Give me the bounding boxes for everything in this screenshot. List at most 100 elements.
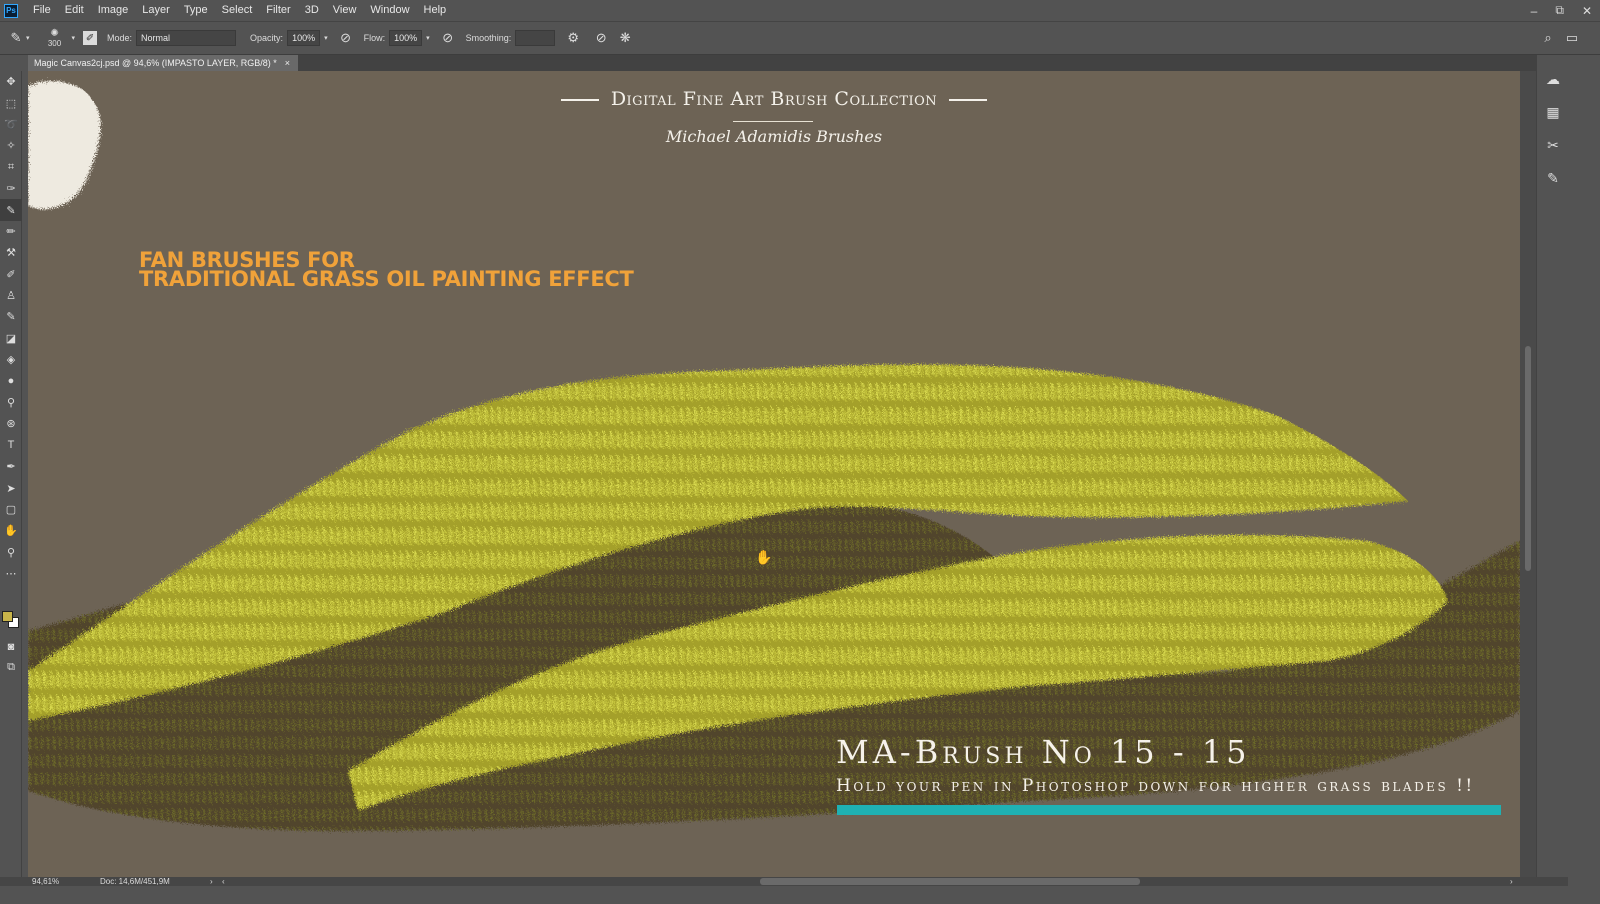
scroll-left-icon[interactable]: ‹ (222, 877, 225, 886)
rectangle-icon[interactable]: ▢ (0, 499, 22, 520)
blur-icon[interactable]: ● (0, 370, 22, 391)
pressure-size-icon[interactable]: ⊘ (591, 28, 611, 48)
chevron-down-icon[interactable]: ▾ (324, 34, 328, 42)
vertical-scroll-thumb[interactable] (1525, 346, 1531, 571)
menu-image[interactable]: Image (91, 0, 136, 21)
vertical-scrollbar[interactable] (1520, 71, 1536, 877)
menu-window[interactable]: Window (363, 0, 416, 21)
hand-icon[interactable]: ✋ (0, 520, 22, 541)
close-button[interactable]: ✕ (1582, 4, 1592, 18)
brush-name: MA-Brush No 15 - 15 (836, 733, 1251, 771)
gear-icon[interactable]: ⚙ (563, 28, 583, 48)
header-title: Digital Fine Art Brush Collection (28, 88, 1520, 110)
brush-panel-toggle-icon[interactable]: ✐ (83, 31, 98, 45)
more-tools-icon[interactable]: ⋯ (0, 563, 22, 584)
title-rule-left (560, 99, 599, 101)
minimize-button[interactable]: – (1531, 4, 1538, 18)
smoothing-control: Smoothing: (466, 30, 556, 46)
menu-view[interactable]: View (326, 0, 364, 21)
chevron-down-icon[interactable]: ▾ (26, 34, 30, 42)
document-tab-title: Magic Canvas2cj.psd @ 94,6% (IMPASTO LAY… (34, 58, 277, 68)
menu-file[interactable]: File (26, 0, 58, 21)
zoom-level[interactable]: 94,61% (32, 877, 92, 886)
smoothing-input[interactable] (515, 30, 556, 46)
title-rule-right (949, 99, 988, 101)
menu-select[interactable]: Select (215, 0, 260, 21)
menu-3d[interactable]: 3D (298, 0, 326, 21)
airbrush-icon[interactable]: ⊘ (438, 28, 458, 48)
header-title-text: Digital Fine Art Brush Collection (610, 88, 938, 110)
sponge-icon[interactable]: ⊛ (0, 413, 22, 434)
bottom-frame (0, 886, 1600, 904)
menu-layer[interactable]: Layer (135, 0, 177, 21)
chevron-down-icon[interactable]: ▾ (72, 34, 76, 42)
smoothing-label: Smoothing: (465, 33, 512, 43)
dodge-icon[interactable]: ⚲ (0, 392, 22, 413)
scroll-right-icon[interactable]: › (1510, 877, 1513, 886)
pressure-opacity-icon[interactable]: ⊘ (336, 28, 356, 48)
quick-mask-icon[interactable]: ◙ (0, 636, 22, 657)
menu-help[interactable]: Help (417, 0, 454, 21)
brush-size-value: 300 (47, 39, 62, 48)
symmetry-icon[interactable]: ❋ (615, 28, 635, 48)
close-icon[interactable]: × (285, 55, 290, 71)
menu-bar: Ps File Edit Image Layer Type Select Fil… (0, 0, 1600, 21)
crop-icon[interactable]: ⌗ (0, 157, 22, 178)
magic-wand-icon[interactable]: ✧ (0, 135, 22, 156)
document-tab[interactable]: Magic Canvas2cj.psd @ 94,6% (IMPASTO LAY… (28, 55, 298, 71)
menu-filter[interactable]: Filter (259, 0, 297, 21)
window-controls: – ⧉ ✕ (1531, 0, 1592, 21)
opacity-label: Opacity: (250, 33, 284, 43)
eraser-icon[interactable]: ◪ (0, 328, 22, 349)
pen-icon[interactable]: ✒ (0, 456, 22, 477)
opacity-input[interactable]: 100% (287, 30, 321, 46)
accent-bar (837, 805, 1501, 815)
headline-line-2: TRADITIONAL GRASS OIL PAINTING EFFECT (139, 267, 634, 291)
chevron-right-icon[interactable]: › (210, 877, 213, 886)
art-history-icon[interactable]: ✎ (0, 306, 22, 327)
subtitle-divider (733, 121, 813, 122)
foreground-color-swatch[interactable] (2, 611, 13, 622)
screen-mode-icon[interactable]: ⧉ (0, 657, 22, 678)
opacity-control: Opacity: 100% ▾ (250, 30, 328, 46)
zoom-icon[interactable]: ⚲ (0, 542, 22, 563)
type-icon[interactable]: T (0, 435, 22, 456)
horizontal-scroll-thumb[interactable] (760, 878, 1140, 885)
path-selection-icon[interactable]: ➤ (0, 477, 22, 498)
healing-brush-icon[interactable]: ✎ (0, 199, 22, 221)
search-icon[interactable]: ⌕ (1538, 28, 1558, 48)
document-canvas[interactable]: Digital Fine Art Brush Collection Michae… (28, 71, 1520, 877)
tools-panel: ✥ ⬚ ➰ ✧ ⌗ ✑ ✎ ✏ ⚒ ✐ ♙ ✎ ◪ ◈ ● ⚲ ⊛ T ✒ ➤ … (0, 71, 22, 877)
marquee-icon[interactable]: ⬚ (0, 92, 22, 113)
menu-type[interactable]: Type (177, 0, 215, 21)
workspace-icon[interactable]: ▭ (1562, 28, 1582, 48)
tools-icon[interactable]: ✂ (1537, 129, 1569, 162)
history-brush-icon[interactable]: ✐ (0, 264, 22, 285)
document-tab-bar: Magic Canvas2cj.psd @ 94,6% (IMPASTO LAY… (28, 55, 1568, 71)
restore-button[interactable]: ⧉ (1555, 3, 1564, 18)
brush-settings-icon[interactable]: ✎ (1537, 162, 1569, 195)
right-edge-strip (1568, 55, 1600, 886)
status-bar: 94,61% Doc: 14,6M/451,9M › ‹ › (0, 877, 1568, 886)
eyedropper-icon[interactable]: ✑ (0, 178, 22, 199)
mode-control: Mode: Normal (107, 30, 237, 46)
paint-bucket-icon[interactable]: ◈ (0, 349, 22, 370)
cloud-icon[interactable]: ☁ (1537, 63, 1569, 96)
brush-preset-picker[interactable]: ✺ 300 (38, 24, 72, 52)
pencil-icon[interactable]: ✏ (0, 221, 22, 242)
menu-edit[interactable]: Edit (58, 0, 91, 21)
brush-instruction: Hold your pen in Photoshop down for high… (836, 776, 1475, 796)
header-subtitle: Michael Adamidis Brushes (665, 127, 883, 146)
mode-label: Mode: (107, 33, 133, 43)
chevron-down-icon[interactable]: ▾ (426, 34, 430, 42)
mode-select[interactable]: Normal (136, 30, 237, 46)
grid-icon[interactable]: ▦ (1537, 96, 1569, 129)
clone-stamp-icon[interactable]: ⚒ (0, 242, 22, 263)
brush-tool-icon[interactable]: ✎ (6, 28, 26, 48)
flow-label: Flow: (363, 33, 386, 43)
grass-painting (28, 81, 1520, 831)
lasso-icon[interactable]: ➰ (0, 114, 22, 135)
flow-input[interactable]: 100% (389, 30, 423, 46)
move-icon[interactable]: ✥ (0, 71, 22, 92)
stamp-icon[interactable]: ♙ (0, 285, 22, 306)
